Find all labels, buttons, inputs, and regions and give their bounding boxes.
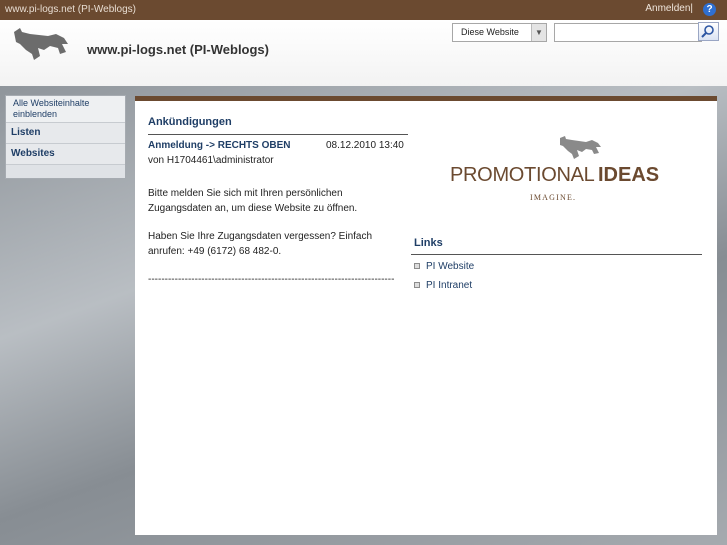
signin-link[interactable]: Anmelden| (645, 3, 693, 14)
bullet-icon (414, 282, 420, 289)
quick-launch: Alle Websiteinhalte einblenden Listen We… (5, 95, 126, 179)
view-all-content-link[interactable]: Alle Websiteinhalte einblenden (6, 96, 125, 123)
announcements-title[interactable]: Ankündigungen (148, 116, 232, 128)
promotional-ideas-logo: PROMOTIONAL IDEAS IMAGINE. (450, 136, 659, 202)
cat-logo-icon[interactable] (10, 26, 70, 66)
announcement-author: von H1704461\administrator (148, 155, 274, 166)
links-title[interactable]: Links (414, 237, 443, 249)
logo-word-promotional: PROMOTIONAL (450, 164, 595, 186)
links-divider (411, 254, 702, 255)
bullet-icon (414, 263, 420, 270)
sidebar-item-websites[interactable]: Websites (6, 144, 125, 165)
help-icon[interactable]: ? (703, 3, 716, 16)
sidebar-item-listen[interactable]: Listen (6, 123, 125, 144)
announcement-paragraph: Haben Sie Ihre Zugangsdaten vergessen? E… (148, 231, 373, 257)
search-scope-select[interactable]: Diese Website ▼ (452, 23, 547, 42)
content-top-bar (135, 96, 717, 101)
main-content: Ankündigungen Anmeldung -> RECHTS OBEN 0… (135, 96, 717, 535)
chevron-down-icon[interactable]: ▼ (531, 24, 546, 41)
site-title[interactable]: www.pi-logs.net (PI-Weblogs) (87, 42, 269, 57)
announcement-date: 08.12.2010 13:40 (326, 140, 404, 151)
link-pi-website[interactable]: PI Website (414, 261, 474, 272)
announcement-paragraph: Bitte melden Sie sich mit Ihren persönli… (148, 188, 358, 214)
link-pi-intranet[interactable]: PI Intranet (414, 280, 472, 291)
top-bar: www.pi-logs.net (PI-Weblogs) Anmelden| ? (0, 0, 727, 20)
search-input[interactable] (554, 23, 702, 42)
announcement-separator: ----------------------------------------… (148, 274, 395, 285)
site-header: www.pi-logs.net (PI-Weblogs) Diese Websi… (0, 20, 727, 87)
logo-word-ideas: IDEAS (598, 164, 659, 186)
logo-tagline: IMAGINE. (530, 193, 576, 202)
announcement-body: Bitte melden Sie sich mit Ihren persönli… (148, 186, 406, 300)
search-button[interactable] (698, 22, 719, 41)
search-scope-label: Diese Website (461, 27, 519, 37)
announcements-divider (148, 134, 408, 135)
site-breadcrumb[interactable]: www.pi-logs.net (PI-Weblogs) (5, 4, 136, 15)
announcement-subject-link[interactable]: Anmeldung -> RECHTS OBEN (148, 140, 291, 151)
search-icon (701, 25, 714, 38)
